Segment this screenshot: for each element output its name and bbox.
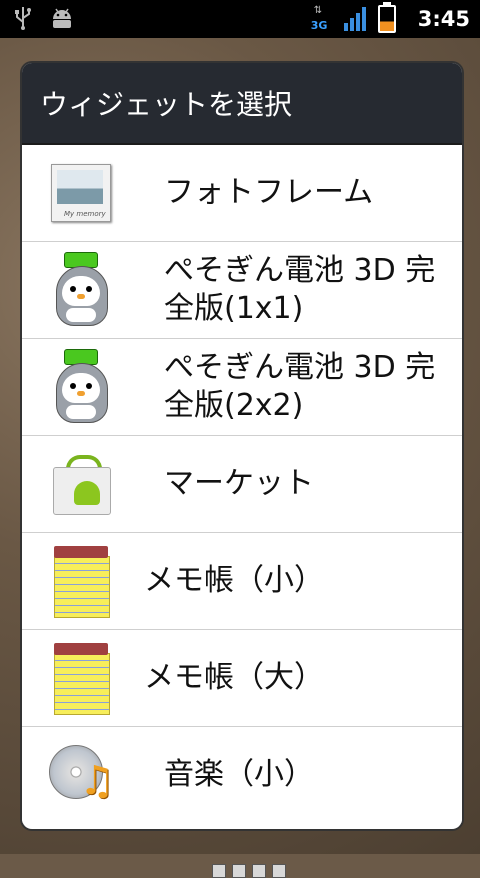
list-item-label: フォトフレーム: [164, 175, 374, 210]
penguin-battery-icon: [46, 349, 116, 423]
list-item-photo-frame[interactable]: My memory フォトフレーム: [22, 145, 462, 242]
signal-bar: [349, 18, 354, 31]
status-clock: 3:45: [417, 7, 470, 31]
battery-charging-icon: [377, 2, 396, 33]
dialog-title: ウィジェットを選択: [22, 63, 462, 145]
list-item-music-small[interactable]: ♫ 音楽（小）: [22, 727, 462, 823]
signal-bar: [343, 23, 348, 31]
signal-bar: [355, 13, 360, 31]
list-item-label: ぺそぎん電池 3D 完 全版(2x2): [164, 349, 435, 425]
market-icon: [46, 449, 116, 519]
label-line: ぺそぎん電池 3D 完: [164, 253, 436, 288]
android-debug-icon: [53, 8, 71, 28]
notepad-icon: [46, 546, 116, 618]
list-item-label: 音楽（小）: [164, 757, 314, 792]
network-type-label: 3G: [310, 19, 328, 32]
network-3g-icon: ⇅ 3G: [310, 5, 332, 33]
list-item-market[interactable]: マーケット: [22, 436, 462, 533]
dock-dot: [232, 864, 246, 878]
list-item-penguin-battery-2x2[interactable]: ぺそぎん電池 3D 完 全版(2x2): [22, 339, 462, 436]
usb-icon: [15, 7, 31, 30]
list-item-label: メモ帳（大）: [144, 660, 324, 695]
dock-indicator: [212, 864, 286, 878]
list-item-label: ぺそぎん電池 3D 完 全版(1x1): [164, 252, 435, 328]
widget-picker-dialog: ウィジェットを選択 My memory フォトフレーム ぺそぎん電池 3D 完 …: [22, 63, 462, 829]
dock-dot: [272, 864, 286, 878]
label-line: 全版(1x1): [164, 291, 304, 326]
network-activity-arrows: ⇅: [313, 5, 323, 16]
photo-frame-icon: My memory: [46, 158, 116, 228]
dock-dot: [212, 864, 226, 878]
music-icon: ♫: [46, 740, 116, 810]
label-line: 全版(2x2): [164, 388, 304, 423]
status-bar: ⇅ 3G 3:45: [0, 0, 480, 38]
signal-icon: [343, 7, 366, 31]
list-item-notepad-large[interactable]: メモ帳（大）: [22, 630, 462, 727]
penguin-battery-icon: [46, 252, 116, 326]
list-item-label: マーケット: [164, 466, 314, 501]
signal-bar: [361, 7, 366, 31]
list-item-penguin-battery-1x1[interactable]: ぺそぎん電池 3D 完 全版(1x1): [22, 242, 462, 339]
label-line: ぺそぎん電池 3D 完: [164, 350, 436, 385]
notepad-icon: [46, 643, 116, 715]
dock-dot: [252, 864, 266, 878]
list-item-notepad-small[interactable]: メモ帳（小）: [22, 533, 462, 630]
list-item-label: メモ帳（小）: [144, 563, 324, 598]
